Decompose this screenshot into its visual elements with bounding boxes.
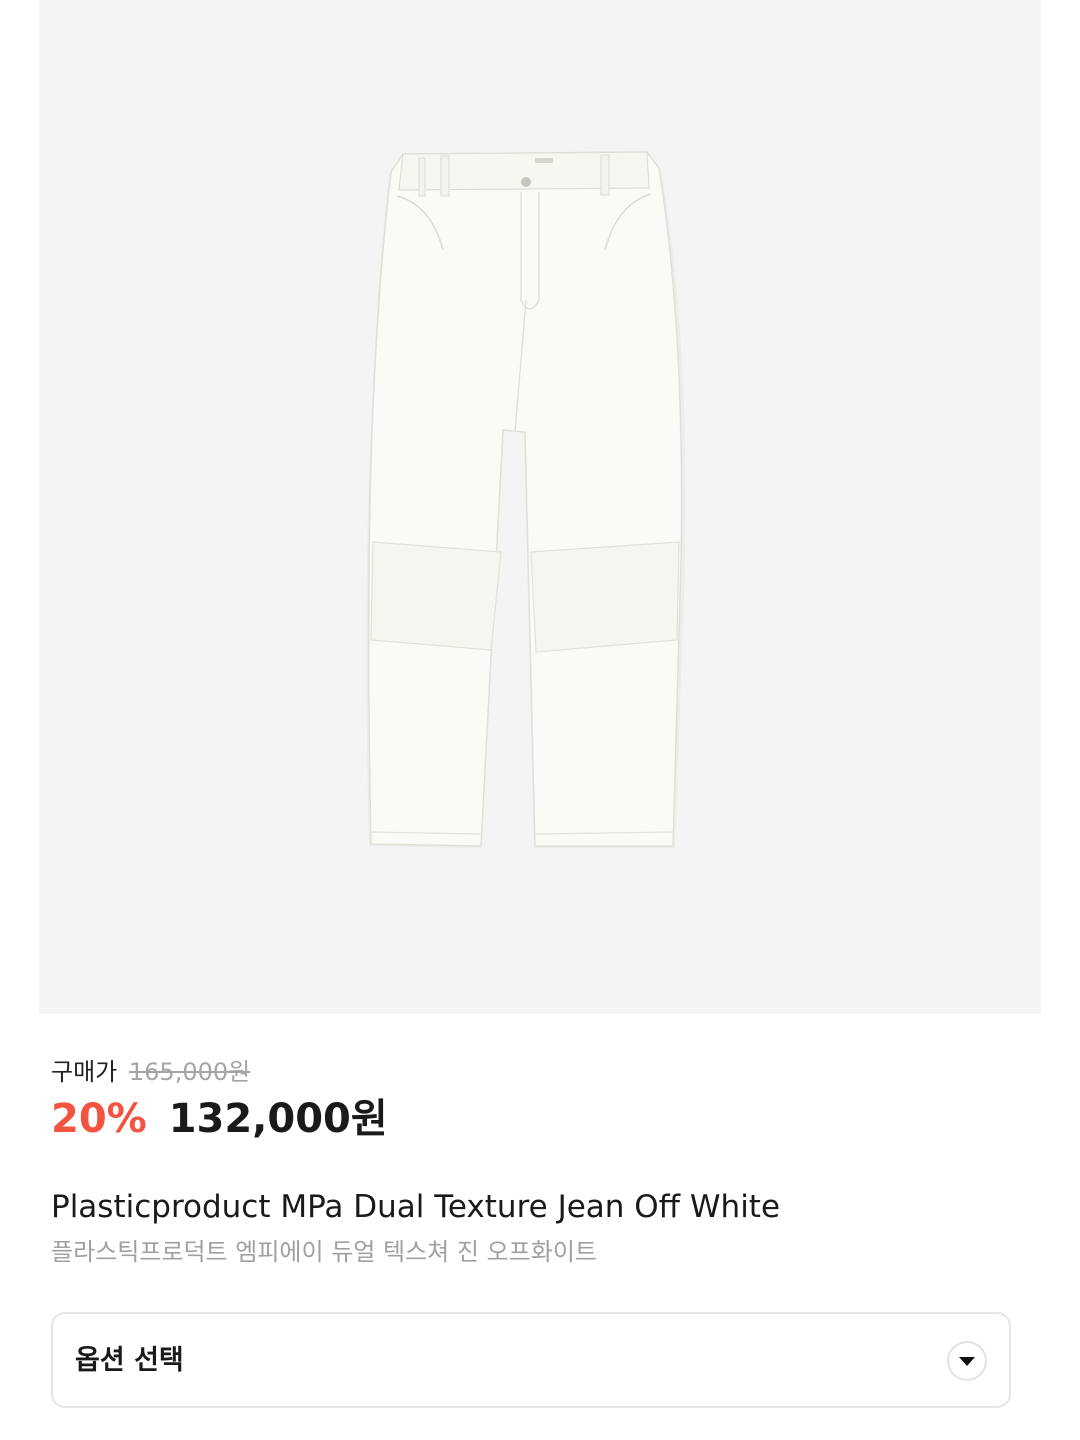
chevron-down-icon[interactable] bbox=[947, 1341, 987, 1381]
discount-rate: 20% bbox=[51, 1096, 147, 1142]
product-image[interactable] bbox=[39, 0, 1041, 1014]
option-select-dropdown[interactable]: 옵션 선택 bbox=[51, 1312, 1011, 1408]
product-detail-page: 구매가 165,000원 20% 132,000원 Plasticproduct… bbox=[0, 0, 1080, 1440]
product-title-ko: 플라스틱프로덕트 엠피에이 듀얼 텍스쳐 진 오프화이트 bbox=[51, 1238, 597, 1266]
price-label: 구매가 bbox=[51, 1058, 118, 1086]
sale-price-row: 20% 132,000원 bbox=[51, 1094, 388, 1144]
price-label-row: 구매가 165,000원 bbox=[51, 1052, 388, 1092]
product-title-en: Plasticproduct MPa Dual Texture Jean Off… bbox=[51, 1189, 781, 1225]
sale-price: 132,000원 bbox=[168, 1096, 388, 1142]
original-price: 165,000원 bbox=[128, 1058, 251, 1086]
jeans-product-photo bbox=[366, 151, 686, 848]
price-block: 구매가 165,000원 20% 132,000원 bbox=[51, 1052, 388, 1144]
option-select-label: 옵션 선택 bbox=[75, 1345, 184, 1376]
